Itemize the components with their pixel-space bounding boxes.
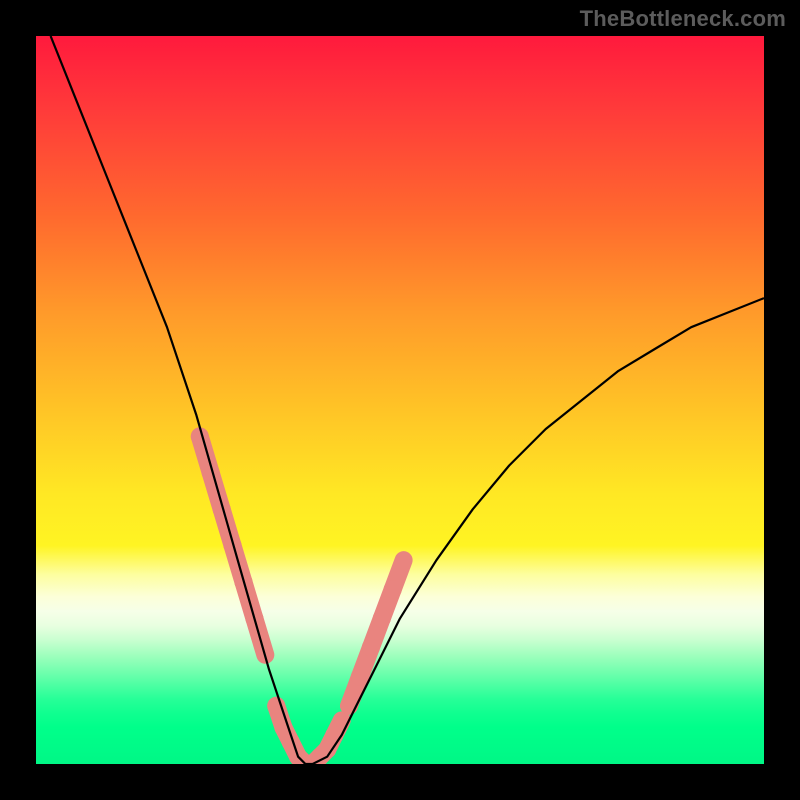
highlight-group	[191, 427, 404, 764]
highlight-node	[362, 639, 380, 657]
plot-area	[36, 36, 764, 764]
chart-svg	[36, 36, 764, 764]
curve-group	[51, 36, 764, 764]
bottleneck-curve-path	[51, 36, 764, 764]
highlight-node	[351, 668, 369, 686]
highlight-node	[384, 580, 402, 598]
chart-frame: TheBottleneck.com	[0, 0, 800, 800]
watermark-label: TheBottleneck.com	[580, 6, 786, 32]
highlight-node	[373, 609, 391, 627]
